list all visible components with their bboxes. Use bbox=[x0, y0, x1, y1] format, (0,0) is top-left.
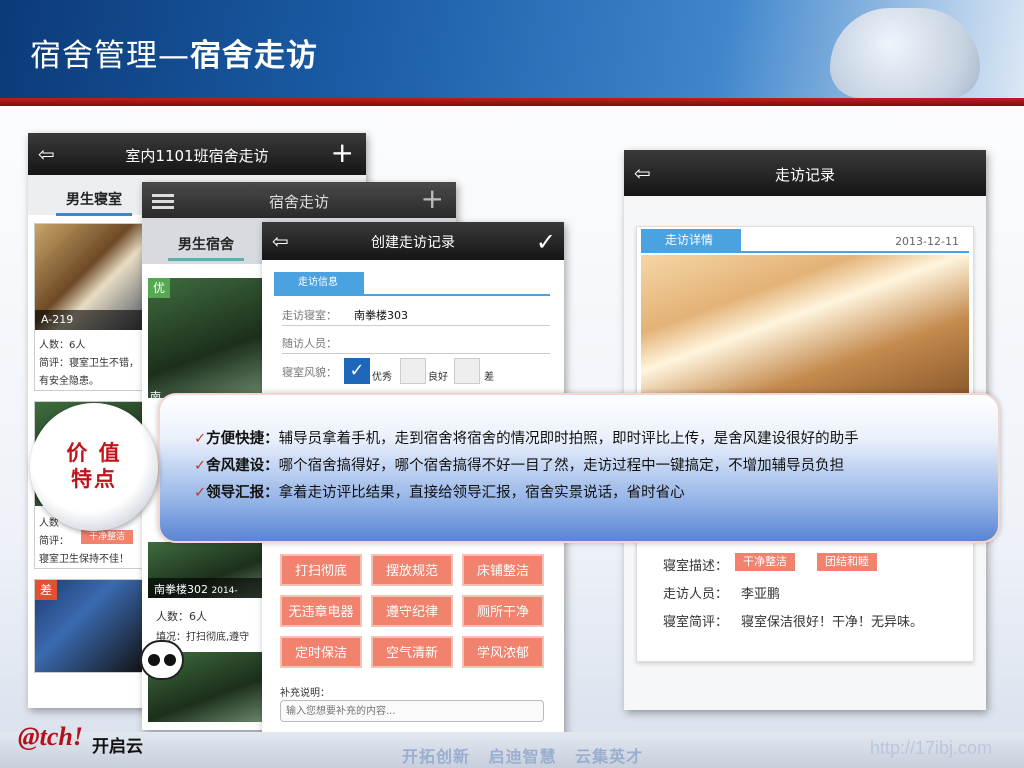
desc-tag-harmony: 团结和睦 bbox=[817, 553, 877, 571]
check-icon: ✓ bbox=[194, 485, 207, 501]
form-row-room[interactable]: 走访寝室： 南拳楼303 bbox=[282, 302, 550, 326]
room-people: 人数：6人 bbox=[39, 340, 86, 351]
dorm-people: 人数：6人 bbox=[156, 610, 207, 623]
visitor-name: 李亚鹏 bbox=[741, 587, 781, 602]
option-excellent-label: 优秀 bbox=[372, 372, 392, 383]
option-good-checkbox[interactable] bbox=[400, 358, 426, 384]
footer-url[interactable]: http://17ibj.com bbox=[870, 738, 992, 759]
room-review: 寝室卫生保持不佳！ bbox=[39, 554, 129, 565]
room-caption: A-219 bbox=[35, 310, 145, 330]
style-label: 寝室风貌： bbox=[282, 366, 337, 379]
add-icon[interactable]: + bbox=[421, 185, 444, 213]
room-label: 走访寝室： bbox=[282, 309, 337, 322]
room-tag: 干净整洁 bbox=[81, 530, 134, 544]
room-review-label: 简评： bbox=[39, 536, 69, 547]
catch-logo: @tch! bbox=[18, 722, 83, 751]
value-item-convenient: ✓方便快捷：辅导员拿着手机，走到宿舍将宿舍的情况即时拍照，即时评比上传，是舍风建… bbox=[194, 426, 994, 453]
phone1-title: 室内1101班宿舍走访 bbox=[125, 147, 269, 165]
phone4-title: 走访记录 bbox=[774, 166, 835, 184]
phone4-topbar: ⇦ 走访记录 bbox=[624, 150, 986, 196]
value-head: 方便快捷： bbox=[206, 431, 279, 447]
section-tab-visit-detail[interactable]: 走访详情 bbox=[641, 229, 741, 251]
review-label: 寝室简评： bbox=[663, 615, 729, 630]
mouse-decoration-icon bbox=[830, 8, 980, 98]
confirm-check-icon[interactable]: ✓ bbox=[536, 228, 556, 256]
tag-tidy-layout[interactable]: 摆放规范 bbox=[371, 554, 453, 586]
option-poor-label: 差 bbox=[484, 372, 494, 383]
dorm-photo-top: 优 bbox=[148, 278, 266, 398]
room-photo: A-219 bbox=[35, 224, 145, 330]
dorm-caption: 南拳楼302 2014- bbox=[148, 578, 266, 598]
form-row-companion[interactable]: 随访人员： bbox=[282, 330, 550, 354]
option-excellent-checkbox[interactable]: ✓ bbox=[344, 358, 370, 384]
add-icon[interactable]: + bbox=[331, 139, 354, 167]
room-review: 简评：寝室卫生不错， bbox=[39, 358, 139, 369]
tag-follow-rules[interactable]: 遵守纪律 bbox=[371, 595, 453, 627]
visitor-label: 走访人员： bbox=[663, 587, 729, 602]
section-tab-visit-info[interactable]: 走访信息 bbox=[274, 272, 364, 294]
phone1-topbar: ⇦ 室内1101班宿舍走访 + bbox=[28, 133, 366, 175]
note-input[interactable] bbox=[280, 700, 544, 722]
grade-badge: 优 bbox=[148, 278, 170, 298]
check-icon: ✓ bbox=[194, 458, 207, 474]
check-icon: ✓ bbox=[194, 431, 207, 447]
tag-neat-beds[interactable]: 床铺整洁 bbox=[462, 554, 544, 586]
review-text: 寝室保洁很好！干净！无异味。 bbox=[741, 615, 924, 630]
grade-badge: 差 bbox=[35, 580, 57, 600]
value-text: 辅导员拿着手机，走到宿舍将宿舍的情况即时拍照，即时评比上传，是舍风建设很好的助手 bbox=[278, 431, 859, 447]
note-label: 补充说明： bbox=[280, 688, 330, 699]
value-text: 拿着走访评比结果，直接给领导汇报，宿舍实景说话，省时省心 bbox=[278, 485, 685, 501]
tab-male-dorm[interactable]: 男生宿舍 bbox=[168, 234, 244, 261]
record-date: 2013-12-11 bbox=[895, 235, 959, 248]
value-text: 哪个宿舍搞得好，哪个宿舍搞得不好一目了然，走访过程中一键搞定，不增加辅导员负担 bbox=[278, 458, 845, 474]
header-stripe bbox=[0, 98, 1024, 106]
value-badge-line1: 价 值 bbox=[66, 441, 122, 465]
title-prefix: 宿舍管理— bbox=[30, 38, 190, 74]
option-poor-checkbox[interactable] bbox=[454, 358, 480, 384]
dorm-caption-name: 南拳楼302 bbox=[154, 583, 208, 596]
phone3-title: 创建走访记录 bbox=[371, 235, 455, 251]
slide-title: 宿舍管理—宿舍走访 bbox=[30, 30, 318, 75]
value-badge-text: 价 值 特点 bbox=[30, 440, 158, 492]
room-card-a219[interactable]: A-219 人数：6人 简评：寝室卫生不错， 有安全隐患。 bbox=[34, 223, 146, 391]
tag-thorough-clean[interactable]: 打扫彻底 bbox=[280, 554, 362, 586]
phone2-topbar: 宿舍走访 + bbox=[142, 182, 456, 218]
panda-mascot-icon bbox=[140, 640, 184, 680]
companion-label: 随访人员： bbox=[282, 337, 337, 350]
section-underline bbox=[274, 294, 550, 296]
value-badge-line2: 特点 bbox=[71, 467, 117, 491]
desc-tag-clean: 干净整洁 bbox=[735, 553, 795, 571]
tag-study-atmosphere[interactable]: 学风浓郁 bbox=[462, 636, 544, 668]
footer-slogan: 开拓创新 启迪智慧 云集英才 bbox=[402, 747, 644, 766]
tag-regular-cleaning[interactable]: 定时保洁 bbox=[280, 636, 362, 668]
section-underline bbox=[641, 251, 969, 253]
phone3-topbar: ⇦ 创建走访记录 ✓ bbox=[262, 222, 564, 260]
logo-cn-text: 开启云 bbox=[92, 737, 143, 757]
tag-clean-toilet[interactable]: 厕所干净 bbox=[462, 595, 544, 627]
tag-no-illegal-appliance[interactable]: 无违章电器 bbox=[280, 595, 362, 627]
value-item-report: ✓领导汇报：拿着走访评比结果，直接给领导汇报，宿舍实景说话，省时省心 bbox=[194, 480, 994, 507]
value-head: 领导汇报： bbox=[206, 485, 279, 501]
room-review-cont: 有安全隐患。 bbox=[39, 376, 99, 387]
phone2-title: 宿舍走访 bbox=[268, 193, 329, 211]
room-value[interactable]: 南拳楼303 bbox=[354, 307, 408, 323]
value-list: ✓方便快捷：辅导员拿着手机，走到宿舍将宿舍的情况即时拍照，即时评比上传，是舍风建… bbox=[194, 426, 994, 507]
room-photo: 差 bbox=[35, 580, 145, 672]
tab-male-dorm[interactable]: 男生寝室 bbox=[56, 189, 132, 216]
room-card-3[interactable]: 差 bbox=[34, 579, 146, 673]
tag-fresh-air[interactable]: 空气清新 bbox=[371, 636, 453, 668]
option-good-label: 良好 bbox=[428, 372, 448, 383]
value-head: 舍风建设： bbox=[206, 458, 279, 474]
dorm-detail-photo bbox=[641, 255, 969, 395]
value-item-culture: ✓舍风建设：哪个宿舍搞得好，哪个宿舍搞得不好一目了然，走访过程中一键搞定，不增加… bbox=[194, 453, 994, 480]
dorm-caption-date: 2014- bbox=[211, 586, 238, 596]
desc-label: 寝室描述： bbox=[663, 559, 729, 574]
dorm-photo-bottom: 南拳楼302 2014- bbox=[148, 542, 266, 598]
title-bold: 宿舍走访 bbox=[190, 38, 318, 74]
